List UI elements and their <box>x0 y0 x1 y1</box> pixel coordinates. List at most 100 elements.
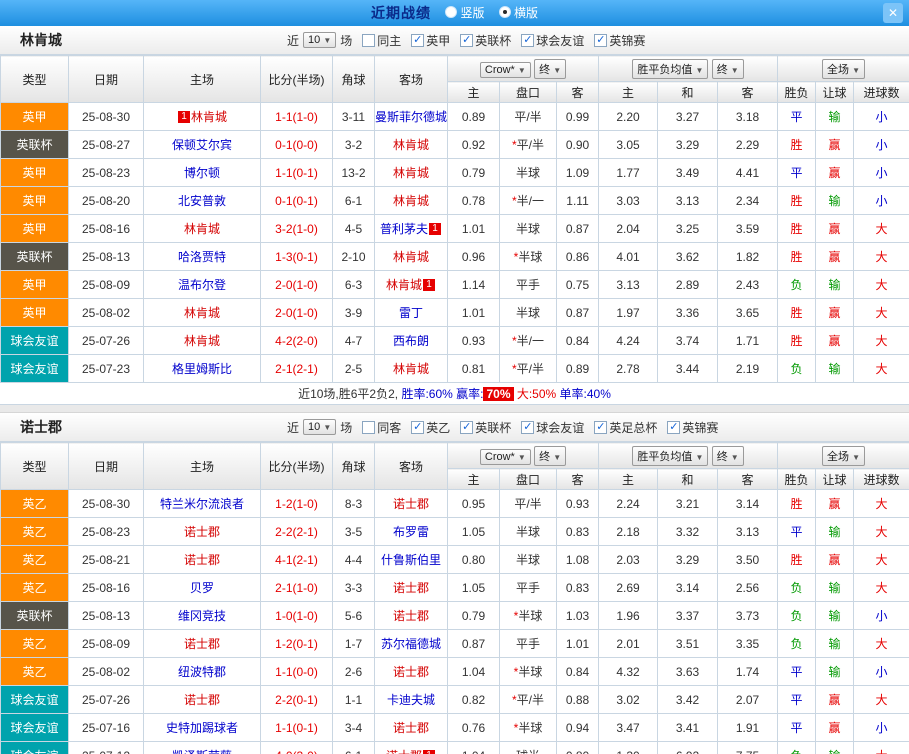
score-link[interactable]: 3-2(1-0) <box>261 215 333 243</box>
avg-draw-odds: 3.29 <box>658 131 718 159</box>
avg-odds-select[interactable]: 胜平负均值 ▼ <box>632 446 708 466</box>
team-link[interactable]: 哈洛贾特 <box>178 250 226 264</box>
score-link[interactable]: 0-1(0-1) <box>261 187 333 215</box>
score-link[interactable]: 2-2(0-1) <box>261 686 333 714</box>
scope-select[interactable]: 全场 ▼ <box>822 59 865 79</box>
filter-checkbox-英甲[interactable]: ✓英甲 <box>411 32 450 49</box>
score-link[interactable]: 1-3(0-1) <box>261 243 333 271</box>
team-link[interactable]: 诺士郡 <box>184 637 220 651</box>
team-link[interactable]: 诺士郡 <box>393 497 429 511</box>
team-link[interactable]: 林肯城 <box>191 110 227 124</box>
filter-checkbox-英乙[interactable]: ✓英乙 <box>411 419 450 436</box>
team-link[interactable]: 博尔顿 <box>184 166 220 180</box>
match-count-select[interactable]: 10 ▼ <box>303 419 336 435</box>
team-link[interactable]: 保顿艾尔宾 <box>172 138 232 152</box>
match-row: 英甲 25-08-23 博尔顿 1-1(0-1) 13-2 林肯城 0.79半球… <box>1 159 909 187</box>
radio-horizontal-layout[interactable]: 横版 <box>499 4 538 21</box>
team-link[interactable]: 普利茅夫 <box>380 222 428 236</box>
team-link[interactable]: 林肯城 <box>393 362 429 376</box>
odds-company-select[interactable]: Crow* ▼ <box>480 62 531 78</box>
match-date: 25-07-23 <box>69 355 144 383</box>
team-link[interactable]: 林肯城 <box>386 278 422 292</box>
score-link[interactable]: 1-0(1-0) <box>261 602 333 630</box>
team-link[interactable]: 纽波特郡 <box>178 665 226 679</box>
match-date: 25-08-02 <box>69 299 144 327</box>
team-link[interactable]: 维冈竞技 <box>178 609 226 623</box>
team-link[interactable]: 林肯城 <box>184 334 220 348</box>
filter-checkbox-同主[interactable]: 同主 <box>362 32 401 49</box>
filter-checkbox-英锦赛[interactable]: ✓英锦赛 <box>594 32 645 49</box>
team-link[interactable]: 凯泽斯劳藤 <box>172 749 232 754</box>
team-link[interactable]: 史特加踢球者 <box>166 721 238 735</box>
home-team-cell: 北安普敦 <box>144 187 261 215</box>
score-link[interactable]: 4-0(3-0) <box>261 742 333 754</box>
radio-vertical-layout[interactable]: 竖版 <box>445 4 484 21</box>
team-link[interactable]: 什鲁斯伯里 <box>381 553 441 567</box>
team-link[interactable]: 雷丁 <box>399 306 423 320</box>
score-link[interactable]: 1-1(0-0) <box>261 658 333 686</box>
score-link[interactable]: 1-1(0-1) <box>261 159 333 187</box>
team-link[interactable]: 温布尔登 <box>178 278 226 292</box>
team-link[interactable]: 苏尔福德城 <box>381 637 441 651</box>
close-button[interactable]: ✕ <box>883 3 903 23</box>
filter-checkbox-英联杯[interactable]: ✓英联杯 <box>460 32 511 49</box>
score-link[interactable]: 0-1(0-0) <box>261 131 333 159</box>
filter-checkbox-球会友谊[interactable]: ✓球会友谊 <box>521 32 584 49</box>
score-link[interactable]: 2-2(2-1) <box>261 518 333 546</box>
filter-checkbox-球会友谊[interactable]: ✓球会友谊 <box>521 419 584 436</box>
team-link[interactable]: 林肯城 <box>184 306 220 320</box>
team-link[interactable]: 北安普敦 <box>178 194 226 208</box>
team-link[interactable]: 西布朗 <box>393 334 429 348</box>
match-row: 英乙 25-08-16 贝罗 2-1(1-0) 3-3 诺士郡 1.05平手0.… <box>1 574 909 602</box>
score-link[interactable]: 2-1(2-1) <box>261 355 333 383</box>
team-link[interactable]: 林肯城 <box>393 194 429 208</box>
filter-checkbox-同客[interactable]: 同客 <box>362 419 401 436</box>
corner-count: 3-4 <box>333 714 375 742</box>
handicap-result: 输 <box>816 518 854 546</box>
team-link[interactable]: 诺士郡 <box>386 749 422 754</box>
wdl-result: 负 <box>778 742 816 754</box>
final-avg-select[interactable]: 终 ▼ <box>712 59 744 79</box>
team-link[interactable]: 曼斯菲尔德城 <box>375 110 447 124</box>
score-link[interactable]: 2-0(1-0) <box>261 299 333 327</box>
team-link[interactable]: 贝罗 <box>190 581 214 595</box>
final-odds-select[interactable]: 终 ▼ <box>534 59 566 79</box>
avg-draw-odds: 3.44 <box>658 355 718 383</box>
score-link[interactable]: 2-0(1-0) <box>261 271 333 299</box>
team-link[interactable]: 林肯城 <box>184 222 220 236</box>
score-link[interactable]: 4-1(2-1) <box>261 546 333 574</box>
score-link[interactable]: 2-1(1-0) <box>261 574 333 602</box>
hcp-away-odds: 0.99 <box>557 103 599 131</box>
score-link[interactable]: 1-1(0-1) <box>261 714 333 742</box>
avg-draw-odds: 3.37 <box>658 602 718 630</box>
avg-odds-select[interactable]: 胜平负均值 ▼ <box>632 59 708 79</box>
team-link[interactable]: 林肯城 <box>393 138 429 152</box>
team-link[interactable]: 布罗雷 <box>393 525 429 539</box>
match-count-select[interactable]: 10 ▼ <box>303 32 336 48</box>
score-link[interactable]: 1-1(1-0) <box>261 103 333 131</box>
final-avg-select[interactable]: 终 ▼ <box>712 446 744 466</box>
score-link[interactable]: 1-2(0-1) <box>261 630 333 658</box>
team-link[interactable]: 诺士郡 <box>393 581 429 595</box>
score-link[interactable]: 4-2(2-0) <box>261 327 333 355</box>
team-link[interactable]: 诺士郡 <box>184 693 220 707</box>
team-link[interactable]: 诺士郡 <box>393 665 429 679</box>
team-link[interactable]: 诺士郡 <box>393 609 429 623</box>
team-link[interactable]: 林肯城 <box>393 166 429 180</box>
filter-checkbox-英锦赛[interactable]: ✓英锦赛 <box>667 419 718 436</box>
team-link[interactable]: 诺士郡 <box>184 525 220 539</box>
team-link[interactable]: 诺士郡 <box>184 553 220 567</box>
team-link[interactable]: 诺士郡 <box>393 721 429 735</box>
odds-company-select[interactable]: Crow* ▼ <box>480 449 531 465</box>
scope-select[interactable]: 全场 ▼ <box>822 446 865 466</box>
team-link[interactable]: 林肯城 <box>393 250 429 264</box>
filter-checkbox-英联杯[interactable]: ✓英联杯 <box>460 419 511 436</box>
filter-checkbox-英足总杯[interactable]: ✓英足总杯 <box>594 419 657 436</box>
team-link[interactable]: 卡迪夫城 <box>387 693 435 707</box>
team-link[interactable]: 格里姆斯比 <box>172 362 232 376</box>
chevron-down-icon: ▼ <box>323 36 331 45</box>
final-odds-select[interactable]: 终 ▼ <box>534 446 566 466</box>
score-link[interactable]: 1-2(1-0) <box>261 490 333 518</box>
team-link[interactable]: 特兰米尔流浪者 <box>160 497 244 511</box>
team-name: 林肯城 <box>20 30 62 50</box>
